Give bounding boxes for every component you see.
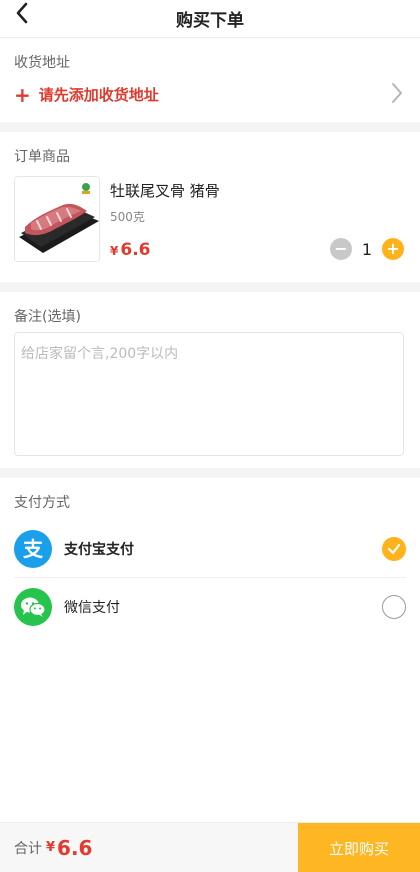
product-name: 牡联尾叉骨 猪骨 <box>110 182 220 200</box>
section-divider <box>0 122 420 132</box>
total-value: 6.6 <box>57 835 93 860</box>
chevron-right-icon[interactable] <box>390 82 404 104</box>
product-image <box>14 176 100 262</box>
price-currency: ¥ <box>110 244 119 258</box>
alipay-selected-checkbox[interactable] <box>382 537 406 561</box>
quantity-value: 1 <box>361 239 373 259</box>
product-price: ¥6.6 <box>110 240 150 260</box>
payment-option-wechat[interactable]: 微信支付 <box>14 578 406 636</box>
add-address-link[interactable]: + 请先添加收货地址 <box>14 84 159 105</box>
note-input[interactable] <box>14 332 404 456</box>
add-address-text: 请先添加收货地址 <box>38 86 159 104</box>
increase-quantity-button[interactable]: + <box>382 238 404 260</box>
order-total: 合计 ¥ 6.6 <box>0 823 298 872</box>
payment-section: 支付方式 支 支付宝支付 微信支付 <box>0 478 420 636</box>
wechat-unselected-checkbox[interactable] <box>382 595 406 619</box>
page-title: 购买下单 <box>176 11 244 31</box>
chevron-left-icon <box>16 2 28 24</box>
payment-label: 支付方式 <box>14 495 70 511</box>
plus-icon: + <box>14 82 31 107</box>
address-section[interactable]: 收货地址 + 请先添加收货地址 <box>0 38 420 122</box>
checkout-bar: 合计 ¥ 6.6 立即购买 <box>0 822 420 872</box>
alipay-icon: 支 <box>14 529 52 568</box>
wechat-label: 微信支付 <box>64 600 120 616</box>
alipay-label: 支付宝支付 <box>64 541 134 558</box>
total-currency: ¥ <box>46 840 56 855</box>
order-items-label: 订单商品 <box>14 149 70 165</box>
wechat-icon <box>14 588 52 626</box>
section-divider <box>0 468 420 478</box>
section-divider <box>0 282 420 292</box>
page-header: 购买下单 <box>0 0 420 38</box>
total-label: 合计 <box>14 840 42 857</box>
back-button[interactable] <box>10 0 34 26</box>
buy-now-button[interactable]: 立即购买 <box>298 823 420 872</box>
decrease-quantity-button[interactable]: − <box>330 238 352 260</box>
product-spec: 500克 <box>110 210 145 224</box>
price-value: 6.6 <box>120 240 151 260</box>
payment-option-alipay[interactable]: 支 支付宝支付 <box>14 520 406 578</box>
note-label: 备注(选填) <box>14 309 81 325</box>
checkmark-icon <box>387 543 401 555</box>
note-section: 备注(选填) <box>0 292 420 468</box>
quantity-stepper: − 1 + <box>330 238 404 260</box>
order-items-section: 订单商品 牡联尾叉骨 猪骨 500克 ¥6.6 − 1 + <box>0 132 420 282</box>
address-section-label: 收货地址 <box>14 55 70 71</box>
